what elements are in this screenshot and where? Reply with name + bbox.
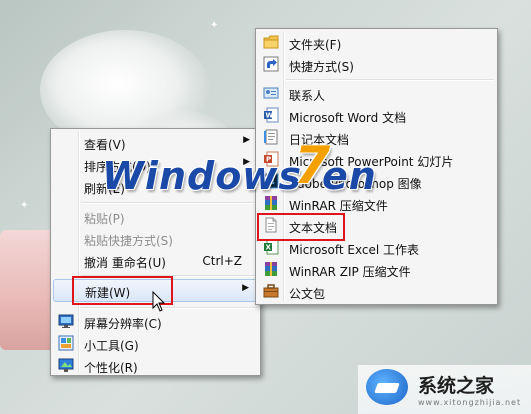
menu-item-refresh[interactable]: 刷新(E) [53, 176, 258, 197]
submenu-item-contact[interactable]: 联系人 [258, 83, 495, 104]
svg-text:X: X [266, 244, 272, 252]
menu-item-label: WinRAR 压缩文件 [289, 199, 388, 213]
menu-item-paste[interactable]: 粘贴(P) [53, 206, 258, 227]
sparkle-icon: ✦ [20, 200, 29, 211]
menu-item-gadgets[interactable]: 小工具(G) [53, 333, 258, 354]
submenu-item-winrar[interactable]: WinRAR 压缩文件 [258, 193, 495, 214]
svg-text:Ps: Ps [266, 178, 275, 186]
submenu-item-shortcut[interactable]: 快捷方式(S) [258, 54, 495, 75]
folder-icon [263, 34, 279, 50]
submenu-arrow-icon: ▶ [243, 135, 250, 145]
journal-icon [263, 129, 279, 145]
submenu-item-photoshop[interactable]: Ps Adobe Photoshop 图像 [258, 171, 495, 192]
menu-item-shortcut: Ctrl+Z [202, 254, 242, 268]
menu-item-label: Microsoft Excel 工作表 [289, 243, 420, 257]
briefcase-icon [263, 283, 279, 299]
new-submenu: 文件夹(F) 快捷方式(S) 联系人 W Microsoft Word 文档 日… [255, 28, 498, 305]
menu-item-label: Adobe Photoshop 图像 [289, 177, 422, 191]
menu-item-label: 撤消 重命名(U) [84, 256, 166, 270]
svg-text:W: W [266, 112, 274, 120]
menu-item-label: 查看(V) [84, 138, 126, 152]
menu-item-label: 文件夹(F) [289, 38, 342, 52]
photoshop-icon: Ps [263, 173, 279, 189]
submenu-item-folder[interactable]: 文件夹(F) [258, 32, 495, 53]
submenu-item-briefcase[interactable]: 公文包 [258, 281, 495, 302]
menu-item-label: 屏幕分辨率(C) [84, 317, 162, 331]
personalize-icon [58, 357, 74, 373]
monitor-icon [58, 313, 74, 329]
sparkle-icon: ✦ [210, 20, 219, 31]
menu-item-label: 公文包 [289, 287, 326, 301]
shortcut-icon [263, 56, 279, 72]
menu-item-label: 联系人 [289, 89, 326, 103]
submenu-item-winrar-zip[interactable]: WinRAR ZIP 压缩文件 [258, 259, 495, 280]
menu-item-label: 小工具(G) [84, 339, 139, 353]
menu-item-paste-shortcut[interactable]: 粘贴快捷方式(S) [53, 228, 258, 249]
svg-text:P: P [266, 156, 271, 164]
menu-separator [286, 79, 494, 81]
winrar-zip-icon [263, 261, 279, 277]
menu-item-label: 刷新(E) [84, 182, 125, 196]
brand-url: www.xitongzhijia.net [418, 398, 522, 407]
gadgets-icon [58, 335, 74, 351]
menu-separator [81, 202, 257, 204]
menu-item-screen-resolution[interactable]: 屏幕分辨率(C) [53, 311, 258, 332]
excel-icon: X [263, 239, 279, 255]
menu-item-personalize[interactable]: 个性化(R) [53, 355, 258, 376]
menu-item-label: 日记本文档 [289, 133, 350, 147]
contact-icon [263, 85, 279, 101]
menu-item-label: 粘贴(P) [84, 212, 125, 226]
mouse-cursor-icon [152, 290, 166, 313]
submenu-item-journal[interactable]: 日记本文档 [258, 127, 495, 148]
powerpoint-icon: P [263, 151, 279, 167]
menu-item-label: WinRAR ZIP 压缩文件 [289, 265, 411, 279]
submenu-arrow-icon: ▶ [243, 157, 250, 167]
highlight-box-text-document [257, 213, 345, 241]
menu-item-label: Microsoft Word 文档 [289, 111, 407, 125]
menu-item-label: Microsoft PowerPoint 幻灯片 [289, 155, 454, 169]
desktop-context-menu: 查看(V) ▶ 排序方式(O) ▶ 刷新(E) 粘贴(P) 粘贴快捷方式(S) … [50, 128, 261, 376]
brand-name: 系统之家 [418, 375, 495, 397]
menu-item-label: 快捷方式(S) [289, 60, 354, 74]
menu-separator [81, 307, 257, 309]
menu-item-label: 个性化(R) [84, 361, 138, 375]
submenu-item-word[interactable]: W Microsoft Word 文档 [258, 105, 495, 126]
word-icon: W [263, 107, 279, 123]
brand-logo-icon [366, 369, 408, 405]
site-brand-watermark: 系统之家 www.xitongzhijia.net [358, 365, 531, 414]
winrar-icon [263, 195, 279, 211]
menu-item-undo-rename[interactable]: 撤消 重命名(U) Ctrl+Z [53, 250, 258, 271]
menu-item-label: 排序方式(O) [84, 160, 151, 174]
menu-item-sort-by[interactable]: 排序方式(O) ▶ [53, 154, 258, 175]
submenu-arrow-icon: ▶ [242, 283, 249, 293]
menu-item-label: 粘贴快捷方式(S) [84, 234, 173, 248]
submenu-item-powerpoint[interactable]: P Microsoft PowerPoint 幻灯片 [258, 149, 495, 170]
menu-item-view[interactable]: 查看(V) ▶ [53, 132, 258, 153]
